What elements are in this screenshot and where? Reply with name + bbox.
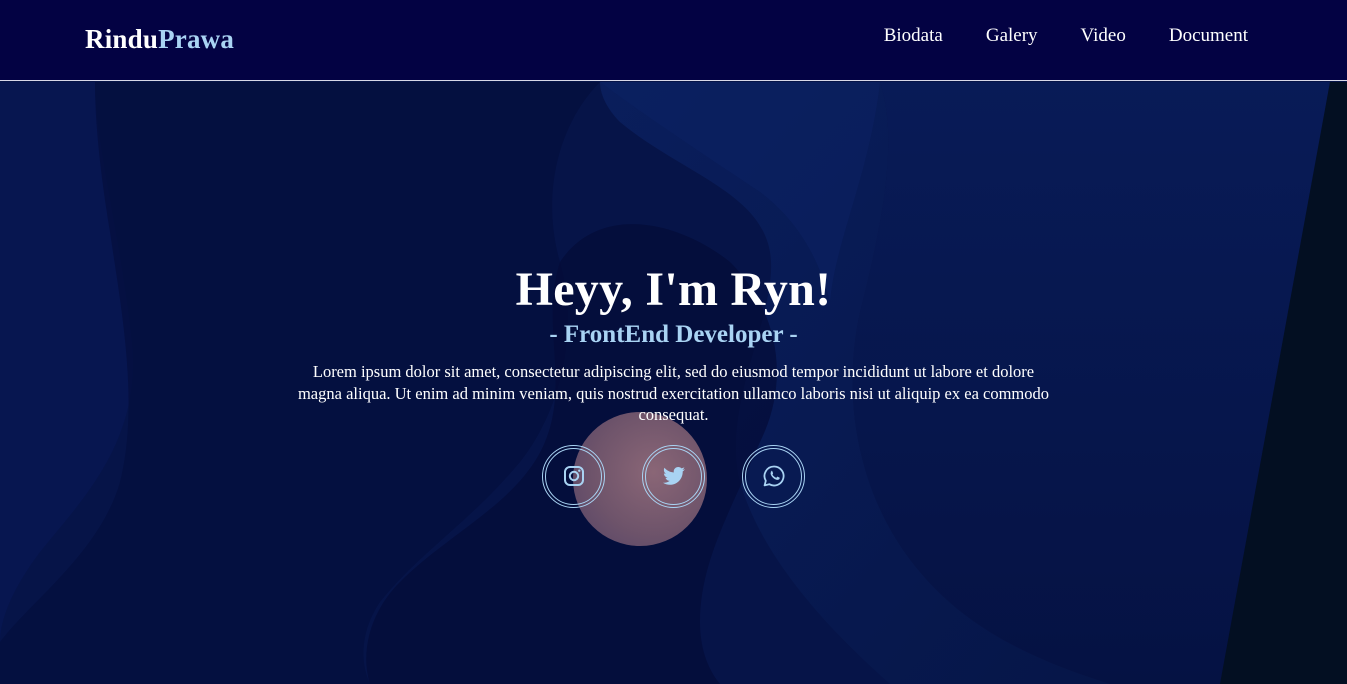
nav-link-galery[interactable]: Galery xyxy=(986,25,1038,46)
nav-item-video: Video xyxy=(1081,24,1126,47)
nav-link-biodata[interactable]: Biodata xyxy=(884,25,943,46)
instagram-button[interactable] xyxy=(542,444,605,508)
twitter-icon xyxy=(662,467,685,485)
whatsapp-icon xyxy=(763,465,784,487)
whatsapp-button[interactable] xyxy=(742,444,805,508)
hero-content: Heyy, I'm Ryn! - FrontEnd Developer - Lo… xyxy=(0,262,1347,508)
navbar: RinduPrawa Biodata Galery Video Document xyxy=(0,0,1347,81)
hero-subtitle: - FrontEnd Developer - xyxy=(549,321,798,348)
social-links xyxy=(0,444,1347,508)
nav-link-video[interactable]: Video xyxy=(1081,25,1126,46)
twitter-ring xyxy=(645,447,702,505)
twitter-button[interactable] xyxy=(642,444,705,508)
brand-part-1: Rindu xyxy=(85,24,159,54)
instagram-icon xyxy=(563,466,584,486)
whatsapp-ring xyxy=(745,447,802,505)
hero-title: Heyy, I'm Ryn! xyxy=(515,263,832,316)
brand-logo[interactable]: RinduPrawa xyxy=(85,24,234,55)
nav-item-document: Document xyxy=(1169,24,1248,47)
nav-link-document[interactable]: Document xyxy=(1169,25,1248,46)
nav-item-galery: Galery xyxy=(986,24,1038,47)
nav-item-biodata: Biodata xyxy=(884,24,943,47)
nav-menu: Biodata Galery Video Document xyxy=(884,24,1248,47)
instagram-ring xyxy=(545,447,602,505)
brand-part-2: Prawa xyxy=(158,24,235,54)
hero-description: Lorem ipsum dolor sit amet, consectetur … xyxy=(297,362,1050,424)
